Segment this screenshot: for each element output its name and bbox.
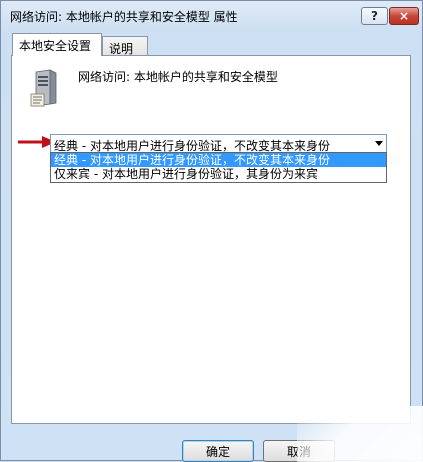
title-bar[interactable]: 网络访问: 本地帐户的共享和安全模型 属性 ? × xyxy=(1,1,422,29)
dropdown-arrow-icon[interactable] xyxy=(375,141,383,146)
help-button[interactable]: ? xyxy=(361,7,388,25)
server-icon xyxy=(30,69,57,107)
tab-label: 说明 xyxy=(109,42,134,56)
select-dropdown-list: 经典 - 对本地用户进行身份验证，不改变其本来身份 仅来宾 - 对本地用户进行身… xyxy=(50,152,387,183)
policy-name: 网络访问: 本地帐户的共享和安全模型 xyxy=(78,70,278,84)
tab-panel: 网络访问: 本地帐户的共享和安全模型 经典 - 对本地用户进行身份验证，不改变其… xyxy=(11,55,411,424)
ok-label: 确定 xyxy=(205,444,230,459)
help-icon: ? xyxy=(371,9,378,23)
ok-button[interactable]: 确定 xyxy=(182,440,254,462)
tab-local-security-setting[interactable]: 本地安全设置 xyxy=(12,33,102,56)
close-icon: × xyxy=(398,9,410,23)
window-title: 网络访问: 本地帐户的共享和安全模型 属性 xyxy=(10,10,238,24)
close-button[interactable]: × xyxy=(389,7,419,25)
properties-dialog: 网络访问: 本地帐户的共享和安全模型 属性 ? × 本地安全设置 说明 网络访问… xyxy=(0,0,423,462)
security-model-select[interactable]: 经典 - 对本地用户进行身份验证，不改变其本来身份 xyxy=(50,134,387,153)
watermark-overlay xyxy=(297,406,423,462)
tab-label: 本地安全设置 xyxy=(19,39,92,53)
option-guest-only[interactable]: 仅来宾 - 对本地用户进行身份验证，其身份为来宾 xyxy=(51,167,386,181)
tab-explain[interactable]: 说明 xyxy=(102,36,148,56)
option-classic[interactable]: 经典 - 对本地用户进行身份验证，不改变其本来身份 xyxy=(51,153,386,167)
